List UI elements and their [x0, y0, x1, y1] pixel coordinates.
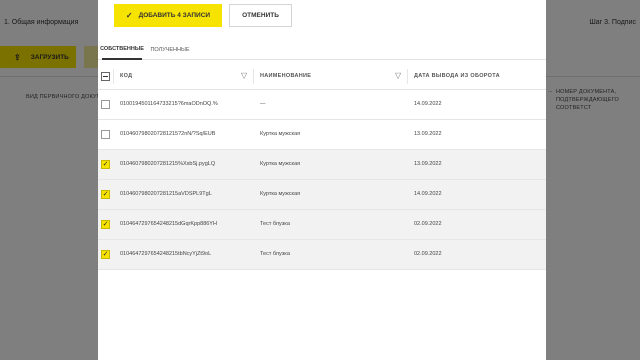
cell-name: Куртка мужская — [260, 161, 301, 167]
table-row[interactable]: ✓ 0104607980207281215%XsbSj.pygLQ Куртка… — [98, 150, 546, 180]
row-checkbox[interactable]: ✓ — [101, 250, 110, 259]
tab-received[interactable]: ПОЛУЧЕННЫЕ — [150, 39, 190, 60]
add-records-label: ДОБАВИТЬ 4 ЗАПИСИ — [138, 12, 211, 19]
cell-date: 14.09.2022 — [414, 191, 442, 197]
filter-icon[interactable]: ▽ — [395, 71, 401, 80]
add-records-button[interactable]: ✓ ДОБАВИТЬ 4 ЗАПИСИ — [114, 4, 222, 27]
table-row[interactable]: ✓ 0104607980207281215aVDSPL9TgL Куртка м… — [98, 180, 546, 210]
check-icon: ✓ — [102, 221, 109, 228]
cell-date: 02.09.2022 — [414, 251, 442, 257]
tab-bar: СОБСТВЕННЫЕ ПОЛУЧЕННЫЕ — [98, 39, 546, 60]
table-row[interactable]: ✓ 0104647297654248215tbNcyYjZt9oL Тест б… — [98, 240, 546, 270]
select-codes-modal: ✓ ДОБАВИТЬ 4 ЗАПИСИ ОТМЕНИТЬ СОБСТВЕННЫЕ… — [98, 0, 546, 360]
cell-name: Куртка мужская — [260, 131, 301, 137]
cell-code: 0104607980207281215%XsbSj.pygLQ — [120, 161, 216, 167]
row-checkbox[interactable]: ✓ — [101, 160, 110, 169]
cell-code: 0104607980207281215aVDSPL9TgL — [120, 191, 212, 197]
row-checkbox[interactable] — [101, 100, 110, 109]
check-icon: ✓ — [125, 11, 133, 20]
cell-name: Куртка мужская — [260, 191, 301, 197]
row-checkbox[interactable]: ✓ — [101, 190, 110, 199]
cell-name: — — [260, 101, 266, 107]
cell-name: Тест блузка — [260, 251, 290, 257]
cell-code: 0104607980207281215?2nN/?Sq/EUB — [120, 131, 216, 137]
cell-date: 13.09.2022 — [414, 161, 442, 167]
cell-code: 0104647297654248215tbNcyYjZt9oL — [120, 251, 212, 257]
column-separator — [407, 69, 408, 84]
check-icon: ✓ — [102, 251, 109, 258]
select-all-checkbox[interactable] — [101, 72, 110, 81]
cell-code: 0104647297654248215dGqrKpp886YH — [120, 221, 217, 227]
column-separator — [253, 69, 254, 84]
row-checkbox[interactable]: ✓ — [101, 220, 110, 229]
column-header-code: КОД — [120, 73, 133, 79]
check-icon: ✓ — [102, 191, 109, 198]
table-row[interactable]: 0100194501164733215?6maODnOQ.% — 14.09.2… — [98, 90, 546, 120]
check-icon: ✓ — [102, 161, 109, 168]
row-checkbox[interactable] — [101, 130, 110, 139]
cell-date: 02.09.2022 — [414, 221, 442, 227]
table-row[interactable]: 0104607980207281215?2nN/?Sq/EUB Куртка м… — [98, 120, 546, 150]
cell-date: 13.09.2022 — [414, 131, 442, 137]
tab-own[interactable]: СОБСТВЕННЫЕ — [100, 39, 144, 60]
cell-date: 14.09.2022 — [414, 101, 442, 107]
cell-code: 0100194501164733215?6maODnOQ.% — [120, 101, 218, 107]
column-header-name: НАИМЕНОВАНИЕ — [260, 73, 312, 79]
table-row[interactable]: ✓ 0104647297654248215dGqrKpp886YH Тест б… — [98, 210, 546, 240]
filter-icon[interactable]: ▽ — [241, 71, 247, 80]
column-separator — [113, 69, 114, 84]
table-header: КОД ▽ НАИМЕНОВАНИЕ ▽ ДАТА ВЫВОДА ИЗ ОБОР… — [98, 63, 546, 90]
indeterminate-mark — [103, 75, 108, 78]
column-header-date: ДАТА ВЫВОДА ИЗ ОБОРОТА — [414, 73, 500, 79]
cell-name: Тест блузка — [260, 221, 290, 227]
cancel-button[interactable]: ОТМЕНИТЬ — [229, 4, 292, 27]
